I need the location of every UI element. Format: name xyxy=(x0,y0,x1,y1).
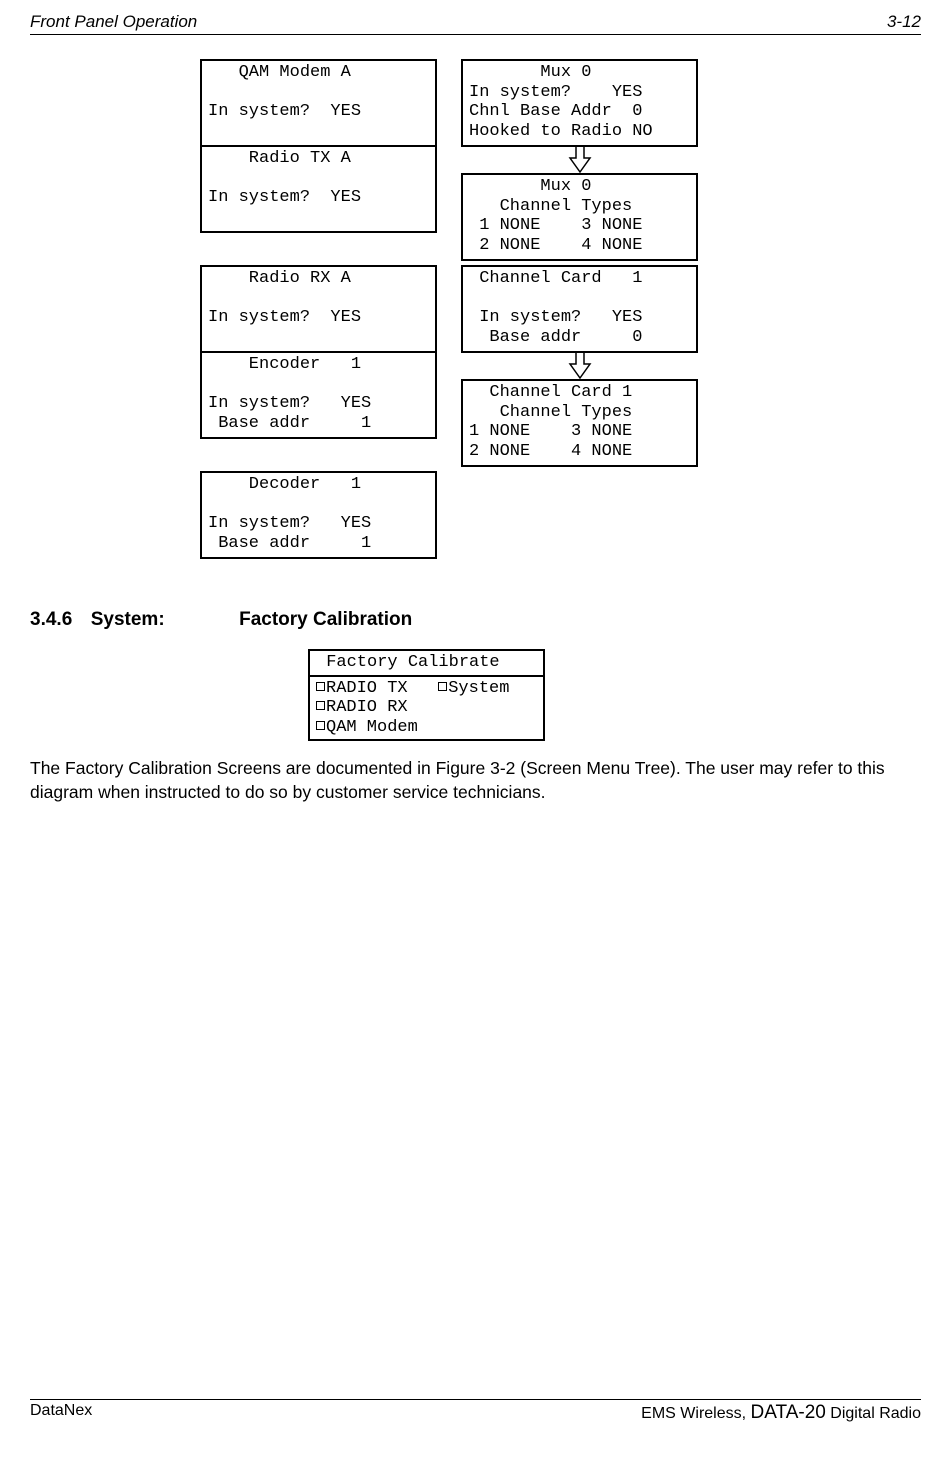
calib-item: RADIO TX xyxy=(326,679,408,698)
lcd-line: Channel Card 1 xyxy=(469,269,642,288)
lcd-line: Base addr 1 xyxy=(208,414,371,433)
lcd-line: Mux 0 xyxy=(469,63,591,82)
checkbox-icon xyxy=(316,682,325,691)
box-channel-card-1: Channel Card 1 In system? YES Base addr … xyxy=(461,265,698,353)
section-label: System: xyxy=(91,609,165,630)
lcd-line: Channel Types xyxy=(469,403,632,422)
lcd-line: In system? YES xyxy=(208,188,361,207)
footer-left: DataNex xyxy=(30,1402,92,1424)
footer-right: EMS Wireless, DATA-20 Digital Radio xyxy=(641,1402,921,1424)
box-qam-modem-a: QAM Modem A In system? YES xyxy=(200,59,437,147)
lcd-line: Base addr 1 xyxy=(208,534,371,553)
page-footer: DataNex EMS Wireless, DATA-20 Digital Ra… xyxy=(30,1399,921,1424)
lcd-line: Radio RX A xyxy=(208,269,351,288)
lcd-line: Base addr 0 xyxy=(469,328,642,347)
box-mux0-status: Mux 0 In system? YES Chnl Base Addr 0 Ho… xyxy=(461,59,698,147)
box-row: Decoder 1 In system? YES Base addr 1 xyxy=(200,471,921,559)
factory-calibrate-box-wrap: Factory Calibrate RADIO TX System RADIO … xyxy=(308,649,921,741)
lcd-line: Channel Card 1 xyxy=(469,383,632,402)
lcd-line: Mux 0 xyxy=(469,177,591,196)
box-encoder-1: Encoder 1 In system? YES Base addr 1 xyxy=(200,351,437,439)
calib-item: System xyxy=(448,679,509,698)
footer-right-suffix: Digital Radio xyxy=(826,1405,921,1422)
calibrate-header: Factory Calibrate xyxy=(310,651,543,677)
section-heading: 3.4.6 System: Factory Calibration xyxy=(30,609,921,631)
arrow-down-icon xyxy=(564,352,596,380)
calibrate-body: RADIO TX System RADIO RX QAM Modem xyxy=(310,677,543,740)
arrow-down-icon xyxy=(564,146,596,174)
lcd-line: Channel Types xyxy=(469,197,632,216)
lcd-line: QAM Modem A xyxy=(208,63,351,82)
lcd-line: Radio TX A xyxy=(208,149,351,168)
factory-calibrate-box: Factory Calibrate RADIO TX System RADIO … xyxy=(308,649,545,741)
footer-right-prefix: EMS Wireless, xyxy=(641,1405,750,1422)
body-paragraph: The Factory Calibration Screens are docu… xyxy=(30,757,921,804)
lcd-boxes-area: QAM Modem A In system? YES Mux 0 In syst… xyxy=(200,59,921,559)
header-left: Front Panel Operation xyxy=(30,12,197,32)
lcd-line: 1 NONE 3 NONE xyxy=(469,422,632,441)
lcd-line: Chnl Base Addr 0 xyxy=(469,102,642,121)
page: Front Panel Operation 3-12 QAM Modem A I… xyxy=(0,0,951,1430)
box-decoder-1: Decoder 1 In system? YES Base addr 1 xyxy=(200,471,437,559)
lcd-line: 1 NONE 3 NONE xyxy=(469,216,642,235)
lcd-line: In system? YES xyxy=(469,83,642,102)
lcd-line: In system? YES xyxy=(208,514,371,533)
checkbox-icon xyxy=(438,682,447,691)
box-channel-card-1-types: Channel Card 1 Channel Types 1 NONE 3 NO… xyxy=(461,379,698,467)
lcd-line: Hooked to Radio NO xyxy=(469,122,653,141)
header-right: 3-12 xyxy=(887,12,921,32)
lcd-line: 2 NONE 4 NONE xyxy=(469,236,642,255)
checkbox-icon xyxy=(316,721,325,730)
lcd-line: In system? YES xyxy=(208,394,371,413)
box-mux0-channel-types: Mux 0 Channel Types 1 NONE 3 NONE 2 NONE… xyxy=(461,173,698,261)
checkbox-icon xyxy=(316,701,325,710)
calib-item: RADIO RX xyxy=(326,698,408,717)
page-header: Front Panel Operation 3-12 xyxy=(30,12,921,35)
lcd-line: In system? YES xyxy=(208,308,361,327)
lcd-line: Decoder 1 xyxy=(208,475,361,494)
box-radio-rx-a: Radio RX A In system? YES xyxy=(200,265,437,353)
box-radio-tx-a: Radio TX A In system? YES xyxy=(200,145,437,233)
section-title: Factory Calibration xyxy=(239,609,412,630)
footer-right-big: DATA-20 xyxy=(751,1402,826,1423)
calib-item: QAM Modem xyxy=(326,718,418,737)
lcd-line: In system? YES xyxy=(208,102,361,121)
lcd-line: In system? YES xyxy=(469,308,642,327)
section-number: 3.4.6 xyxy=(30,609,72,630)
lcd-line: 2 NONE 4 NONE xyxy=(469,442,632,461)
lcd-line: Encoder 1 xyxy=(208,355,361,374)
